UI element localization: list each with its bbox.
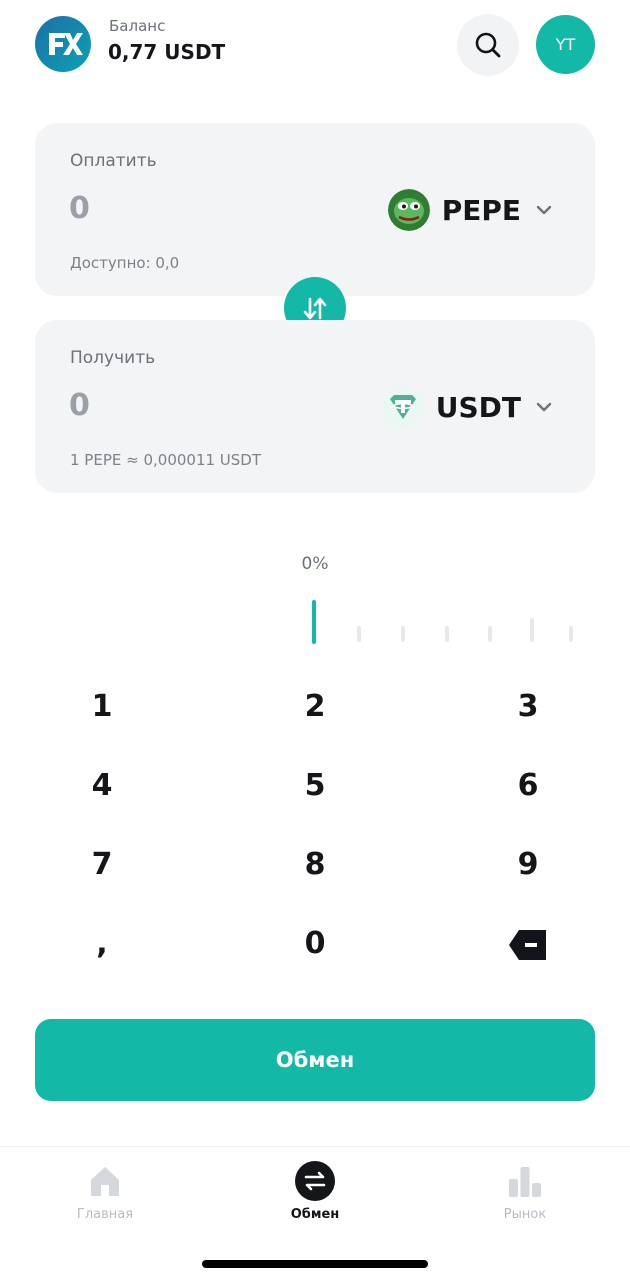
balance-label: Баланс (109, 17, 166, 35)
backspace-key[interactable] (448, 909, 608, 979)
percent-slider[interactable] (0, 596, 630, 646)
key-6[interactable]: 6 (448, 751, 608, 821)
slider-tick (357, 626, 361, 642)
key-5[interactable]: 5 (235, 751, 395, 821)
pay-token-name: PEPE (441, 193, 521, 227)
key-0[interactable]: 0 (235, 909, 395, 979)
home-icon (85, 1161, 125, 1201)
pay-token-selector[interactable]: PEPE (387, 188, 553, 232)
percent-label: 0% (301, 554, 329, 574)
nav-label-market: Рынок (503, 1207, 547, 1222)
slider-tick (488, 626, 492, 642)
key-comma[interactable]: , (22, 909, 182, 979)
chevron-down-icon (536, 205, 552, 215)
slider-tick (401, 626, 405, 642)
key-9[interactable]: 9 (448, 830, 608, 900)
key-2[interactable]: 2 (235, 672, 395, 742)
key-8[interactable]: 8 (235, 830, 395, 900)
home-indicator (202, 1260, 428, 1268)
search-icon (475, 32, 501, 58)
nav-item-market[interactable]: Рынок (455, 1161, 595, 1222)
receive-token-selector[interactable]: USDT (381, 385, 553, 429)
pay-card: Оплатить 0 PEPE Доступно: 0,0 (35, 123, 595, 296)
exchange-icon (295, 1161, 335, 1201)
nav-label-exchange: Обмен (290, 1207, 340, 1222)
backspace-icon (509, 929, 546, 960)
exchange-rate: 1 PEPE ≈ 0,000011 USDT (70, 451, 262, 469)
key-3[interactable]: 3 (448, 672, 608, 742)
exchange-button[interactable]: Обмен (35, 1019, 595, 1101)
receive-label: Получить (70, 348, 156, 368)
key-4[interactable]: 4 (22, 751, 182, 821)
receive-amount: 0 (69, 388, 90, 423)
fk-logo-icon (35, 16, 91, 72)
avatar[interactable]: YT (536, 15, 595, 74)
pay-label: Оплатить (70, 151, 157, 171)
pepe-token-icon (387, 189, 430, 231)
header: Баланс 0,77 USDT YT (0, 0, 630, 96)
swap-arrows-icon (303, 297, 327, 320)
slider-tick (530, 618, 534, 642)
receive-token-name: USDT (435, 390, 521, 424)
pay-amount-input[interactable]: 0 (69, 191, 90, 226)
slider-handle[interactable] (312, 600, 316, 644)
slider-tick (569, 626, 573, 642)
search-button[interactable] (457, 14, 519, 76)
available-balance: Доступно: 0,0 (70, 254, 180, 272)
chevron-down-icon (536, 402, 552, 412)
receive-card: Получить 0 USDT 1 PEPE ≈ 0,000011 USDT (35, 320, 595, 493)
nav-label-home: Главная (76, 1207, 134, 1222)
tether-token-icon (381, 386, 424, 428)
nav-item-home[interactable]: Главная (35, 1161, 175, 1222)
key-7[interactable]: 7 (22, 830, 182, 900)
key-1[interactable]: 1 (22, 672, 182, 742)
balance-value: 0,77 USDT (108, 40, 226, 64)
bar-chart-icon (505, 1161, 545, 1201)
slider-tick (445, 626, 449, 642)
nav-item-exchange[interactable]: Обмен (245, 1161, 385, 1222)
